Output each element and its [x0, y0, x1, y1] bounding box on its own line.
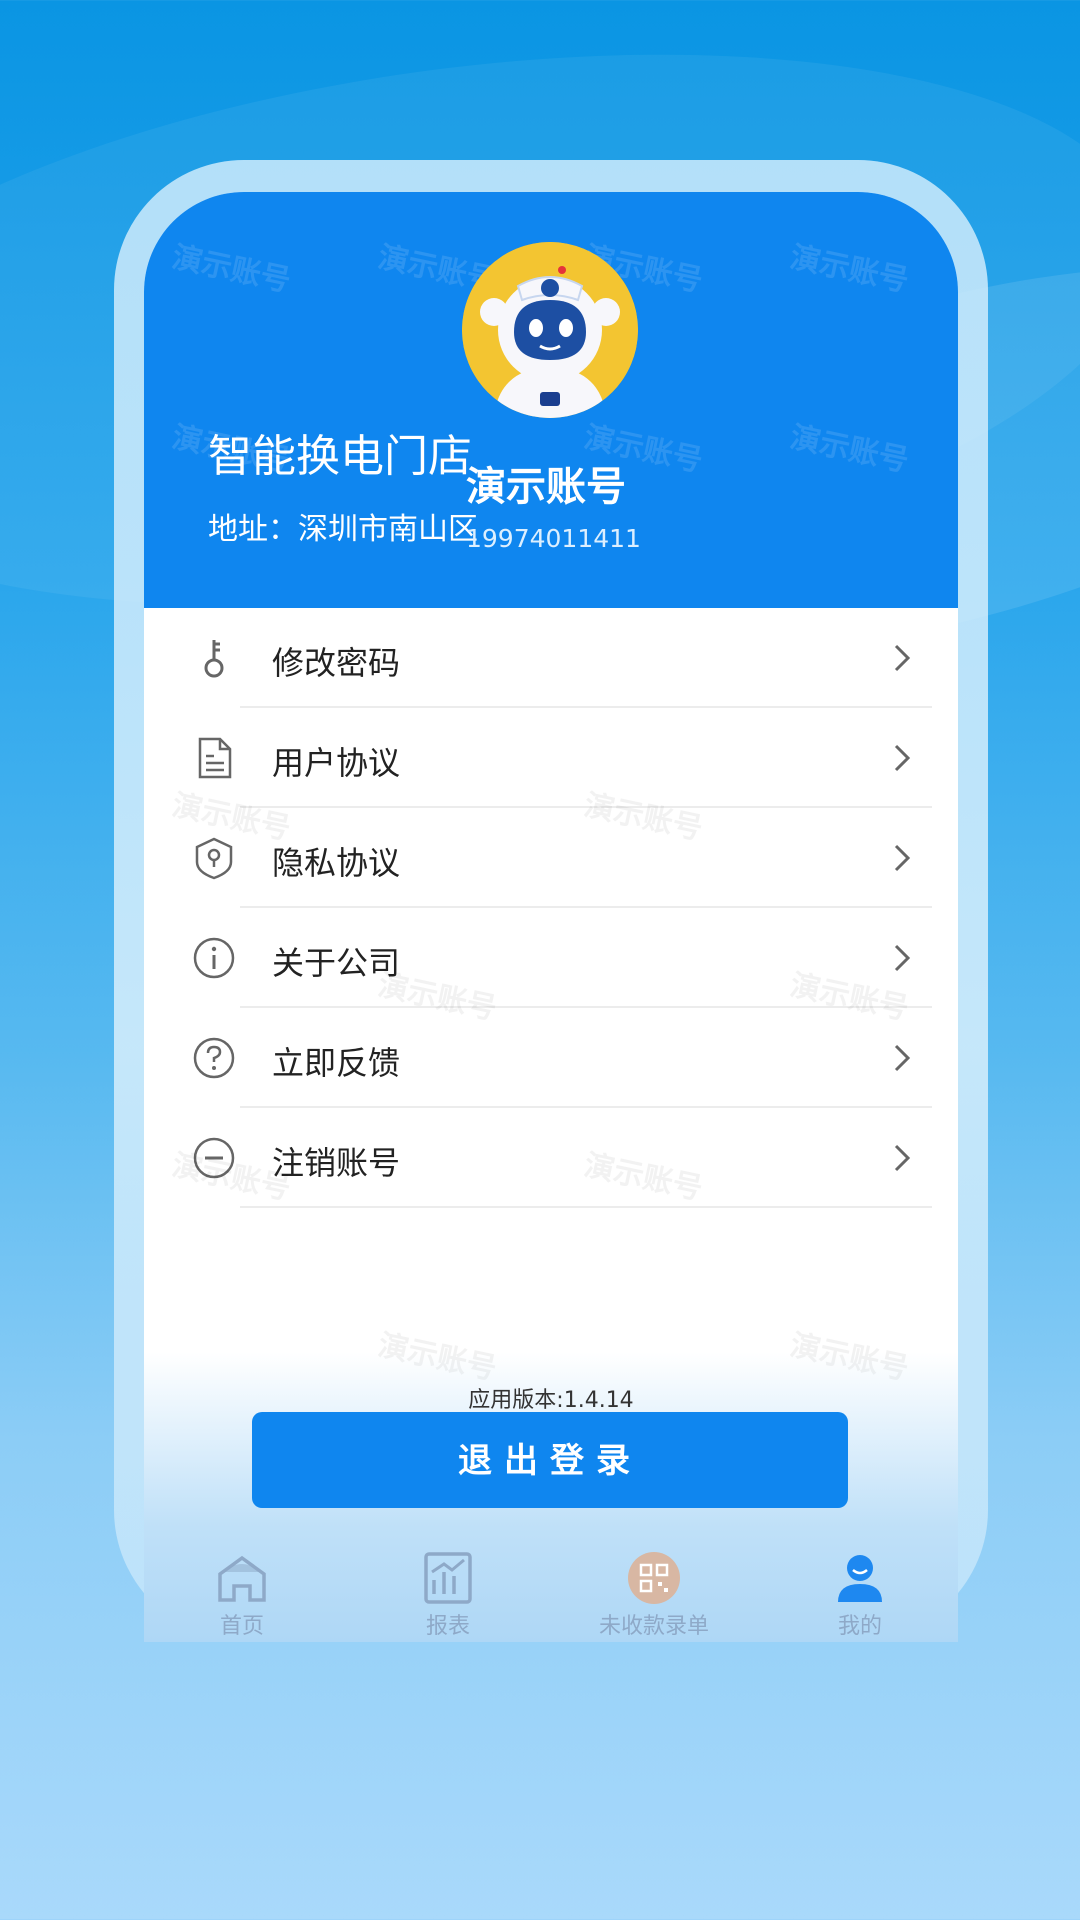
divider: [240, 1206, 932, 1208]
shield-icon: [195, 837, 233, 880]
watermark: 演示账号: [786, 419, 912, 480]
chevron-right-icon: [894, 1044, 911, 1072]
profile-header: 演示账号 演示账号 演示账号 演示账号 演示账号 演示账号 演示账号 智能换电门…: [144, 192, 958, 608]
chevron-right-icon: [894, 1144, 911, 1172]
user-icon: [838, 1555, 882, 1602]
menu-item-label: 隐私协议: [272, 844, 401, 882]
chevron-right-icon: [894, 844, 911, 872]
document-icon: [198, 737, 232, 779]
chevron-right-icon: [894, 744, 911, 772]
tab-unpaid-entry[interactable]: 未收款录单: [574, 1550, 734, 1640]
account-phone: 19974011411: [466, 524, 641, 553]
tab-home[interactable]: 首页: [162, 1550, 322, 1640]
key-icon: [204, 640, 224, 678]
chevron-right-icon: [894, 644, 911, 672]
tab-label: 首页: [219, 1614, 264, 1639]
watermark: 演示账号: [374, 1327, 500, 1388]
home-icon: [218, 1555, 266, 1602]
chart-icon: [424, 1552, 472, 1604]
menu-item-label: 用户协议: [272, 744, 401, 782]
avatar[interactable]: [462, 242, 638, 418]
watermark: 演示账号: [786, 239, 912, 300]
info-icon: [193, 937, 235, 979]
question-icon: [193, 1037, 235, 1079]
robot-avatar-icon: [462, 242, 638, 418]
tab-label: 我的: [837, 1614, 882, 1639]
tab-label: 报表: [425, 1614, 470, 1639]
menu-item-change-password[interactable]: 修改密码: [144, 608, 958, 708]
store-address: 地址：深圳市南山区: [208, 512, 478, 547]
tab-label: 未收款录单: [598, 1614, 709, 1639]
menu-item-label: 修改密码: [272, 644, 401, 682]
watermark: 演示账号: [786, 1327, 912, 1388]
menu-item-feedback[interactable]: 立即反馈: [144, 1008, 958, 1108]
menu-item-label: 立即反馈: [272, 1044, 401, 1082]
menu-item-about-company[interactable]: 关于公司: [144, 908, 958, 1008]
bottom-tab-bar: 首页 报表 未收款录单 我的: [144, 1550, 958, 1640]
tab-reports[interactable]: 报表: [368, 1550, 528, 1640]
watermark: 演示账号: [168, 239, 294, 300]
app-screen: 演示账号 演示账号 演示账号 演示账号 演示账号 演示账号 演示账号 智能换电门…: [144, 192, 958, 1642]
menu-item-label: 关于公司: [272, 944, 401, 982]
store-name: 智能换电门店: [208, 431, 472, 482]
menu-item-privacy-policy[interactable]: 隐私协议: [144, 808, 958, 908]
qr-icon: [628, 1552, 680, 1604]
menu-item-delete-account[interactable]: 注销账号: [144, 1108, 958, 1208]
chevron-right-icon: [894, 944, 911, 972]
account-name: 演示账号: [466, 464, 626, 510]
menu-item-label: 注销账号: [272, 1144, 401, 1182]
app-version: 应用版本:1.4.14: [468, 1388, 634, 1413]
minus-circle-icon: [193, 1137, 235, 1179]
logout-button[interactable]: 退出登录: [252, 1412, 848, 1508]
menu-item-user-agreement[interactable]: 用户协议: [144, 708, 958, 808]
settings-menu: 修改密码 用户协议 隐私协议 关于公司 立即反馈 注销账号: [144, 608, 958, 1208]
tab-mine[interactable]: 我的: [780, 1550, 940, 1640]
